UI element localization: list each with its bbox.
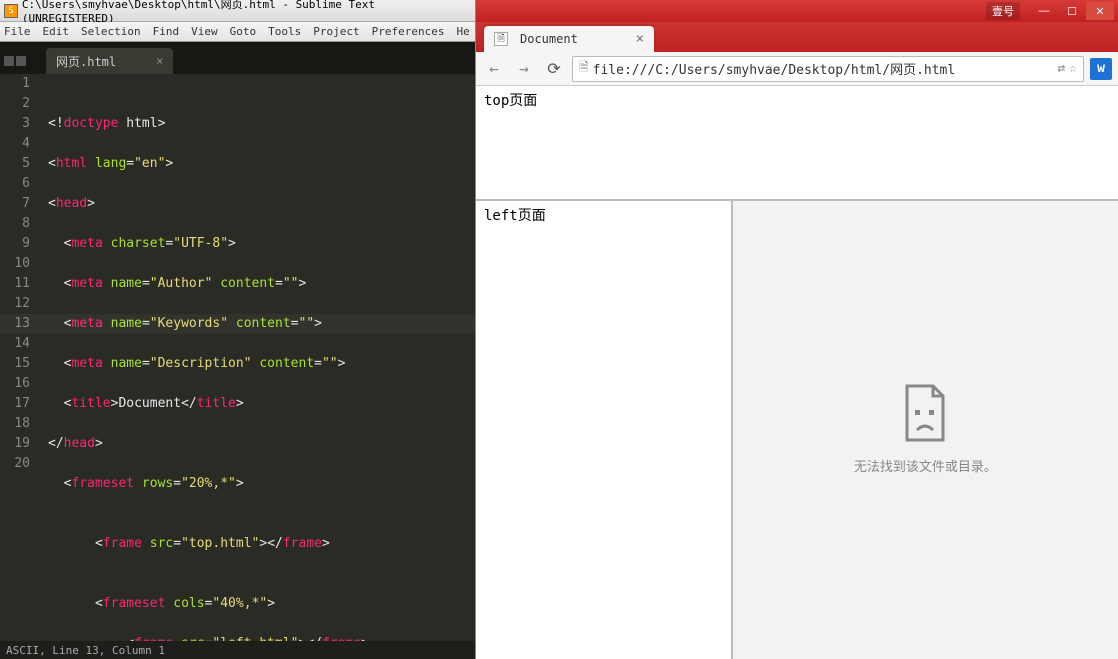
close-icon[interactable]: ✕ xyxy=(1086,2,1114,20)
tab-close-icon[interactable]: × xyxy=(636,31,644,47)
line-number: 3 xyxy=(0,114,30,134)
sublime-titlebar: S C:\Users\smyhvae\Desktop\html\网页.html … xyxy=(0,0,475,22)
frame-top-text: top页面 xyxy=(484,93,537,109)
tab-close-icon[interactable]: × xyxy=(156,54,163,68)
browser-tab[interactable]: 🗎 Document × xyxy=(484,26,654,52)
line-number: 8 xyxy=(0,214,30,234)
file-icon: 🗎 xyxy=(579,58,589,79)
tab-favicon-icon: 🗎 xyxy=(494,32,508,46)
line-number: 9 xyxy=(0,234,30,254)
current-line-highlight xyxy=(0,314,475,334)
menu-project[interactable]: Project xyxy=(313,25,359,38)
line-number: 19 xyxy=(0,434,30,454)
line-number: 12 xyxy=(0,294,30,314)
line-number: 11 xyxy=(0,274,30,294)
frame-left: left页面 xyxy=(476,201,733,659)
menu-goto[interactable]: Goto xyxy=(230,25,257,38)
sublime-tabbar: 网页.html × xyxy=(0,42,475,74)
menu-find[interactable]: Find xyxy=(153,25,180,38)
menu-edit[interactable]: Edit xyxy=(43,25,70,38)
line-number: 2 xyxy=(0,94,30,114)
frame-right: 无法找到该文件或目录。 xyxy=(733,201,1118,659)
address-bar[interactable]: 🗎 file:///C:/Users/smyhvae/Desktop/html/… xyxy=(572,56,1084,82)
browser-viewport: top页面 left页面 无法找到该文件或目录。 xyxy=(476,86,1118,659)
menu-view[interactable]: View xyxy=(191,25,218,38)
sublime-sidebar-icons[interactable] xyxy=(4,56,26,74)
forward-button[interactable]: → xyxy=(512,57,536,81)
reload-button[interactable]: ⟳ xyxy=(542,57,566,81)
browser-tabbar: 🗎 Document × xyxy=(476,22,1118,52)
line-number: 10 xyxy=(0,254,30,274)
menu-selection[interactable]: Selection xyxy=(81,25,141,38)
browser-titlebar: 壹号 — ☐ ✕ xyxy=(476,0,1118,22)
line-number: 15 xyxy=(0,354,30,374)
line-number: 4 xyxy=(0,134,30,154)
maximize-icon[interactable]: ☐ xyxy=(1058,2,1086,20)
sad-page-icon xyxy=(901,384,949,444)
extension-icon[interactable]: w xyxy=(1090,58,1112,80)
menu-preferences[interactable]: Preferences xyxy=(372,25,445,38)
status-text: ASCII, Line 13, Column 1 xyxy=(6,644,165,657)
sublime-tab[interactable]: 网页.html × xyxy=(46,48,173,74)
frame-bottom-row: left页面 无法找到该文件或目录。 xyxy=(476,201,1118,659)
line-number: 20 xyxy=(0,454,30,474)
line-number: 6 xyxy=(0,174,30,194)
sublime-menu: File Edit Selection Find View Goto Tools… xyxy=(0,22,475,42)
code-area[interactable]: 1 2 3 4 5 6 7 8 9 10 11 12 13 14 15 16 1… xyxy=(0,74,475,641)
menu-help[interactable]: He xyxy=(456,25,469,38)
bookmark-star-icon[interactable]: ☆ xyxy=(1069,61,1077,76)
line-number: 14 xyxy=(0,334,30,354)
translate-icon[interactable]: ⇄ xyxy=(1057,61,1065,76)
menu-file[interactable]: File xyxy=(4,25,31,38)
line-gutter: 1 2 3 4 5 6 7 8 9 10 11 12 13 14 15 16 1… xyxy=(0,74,40,641)
frame-top: top页面 xyxy=(476,86,1118,201)
browser-toolbar: ← → ⟳ 🗎 file:///C:/Users/smyhvae/Desktop… xyxy=(476,52,1118,86)
line-number: 18 xyxy=(0,414,30,434)
address-url: file:///C:/Users/smyhvae/Desktop/html/网页… xyxy=(593,59,1054,78)
line-number: 5 xyxy=(0,154,30,174)
tab-label: 网页.html xyxy=(56,53,116,70)
browser-window: 壹号 — ☐ ✕ 🗎 Document × ← → ⟳ 🗎 file:///C:… xyxy=(475,0,1118,659)
sublime-app-icon: S xyxy=(4,4,18,18)
back-button[interactable]: ← xyxy=(482,57,506,81)
error-text: 无法找到该文件或目录。 xyxy=(854,456,997,475)
tab-title: Document xyxy=(520,32,628,46)
sublime-statusbar: ASCII, Line 13, Column 1 xyxy=(0,641,475,659)
menu-tools[interactable]: Tools xyxy=(268,25,301,38)
code-lines[interactable]: <!doctype html> <html lang="en"> <head> … xyxy=(40,74,475,641)
line-number: 16 xyxy=(0,374,30,394)
line-number: 1 xyxy=(0,74,30,94)
frame-left-text: left页面 xyxy=(484,208,546,224)
minimize-icon[interactable]: — xyxy=(1030,2,1058,20)
line-number: 7 xyxy=(0,194,30,214)
line-number: 17 xyxy=(0,394,30,414)
sublime-editor: S C:\Users\smyhvae\Desktop\html\网页.html … xyxy=(0,0,475,659)
window-label: 壹号 xyxy=(986,2,1020,20)
